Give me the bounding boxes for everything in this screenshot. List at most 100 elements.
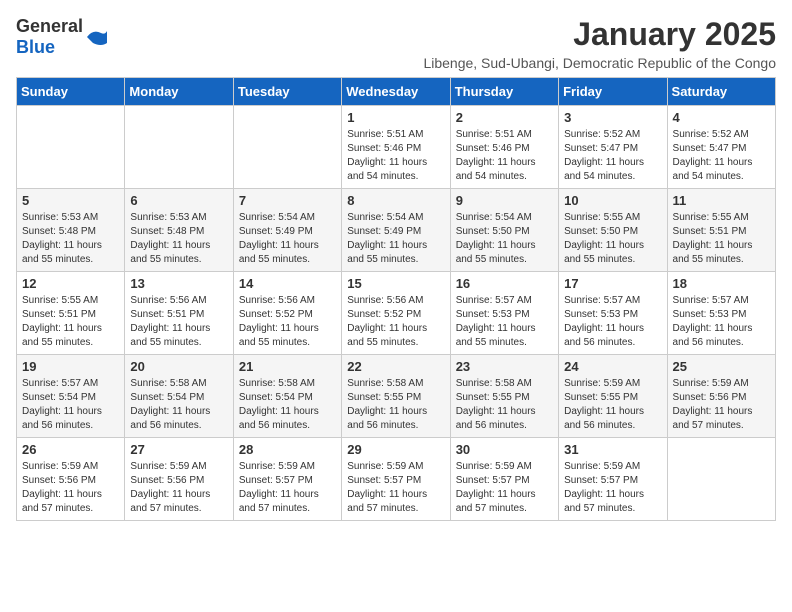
day-info: Sunrise: 5:58 AM Sunset: 5:55 PM Dayligh…	[347, 377, 444, 433]
day-cell: 11Sunrise: 5:55 AM Sunset: 5:51 PM Dayli…	[667, 189, 775, 272]
day-cell: 28 Sunrise: 5:59 AM Sunset: 5:57 PM Dayli…	[233, 438, 341, 521]
day-number: 8	[347, 193, 444, 208]
day-number: 27	[130, 442, 227, 457]
day-number: 13	[130, 276, 227, 291]
day-info: Sunrise: 5:55 AM Sunset: 5:50 PM Dayligh…	[564, 211, 661, 267]
logo: General Blue	[16, 16, 109, 58]
logo-general: General	[16, 16, 83, 36]
day-info: Sunrise: 5:57 AM Sunset: 5:54 PM Dayligh…	[22, 377, 119, 433]
day-info: Sunrise: 5:59 AM Sunset: 5:57 PM Dayligh…	[564, 460, 661, 516]
header-thursday: Thursday	[450, 78, 558, 106]
day-number: 28	[239, 442, 336, 457]
header-monday: Monday	[125, 78, 233, 106]
day-cell: 24 Sunrise: 5:59 AM Sunset: 5:55 PM Dayli…	[559, 355, 667, 438]
day-number: 23	[456, 359, 553, 374]
day-number: 18	[673, 276, 770, 291]
day-number: 17	[564, 276, 661, 291]
header-sunday: Sunday	[17, 78, 125, 106]
day-number: 14	[239, 276, 336, 291]
day-info: Sunrise: 5:58 AM Sunset: 5:55 PM Dayligh…	[456, 377, 553, 433]
day-cell: 26Sunrise: 5:59 AM Sunset: 5:56 PM Dayli…	[17, 438, 125, 521]
day-number: 30	[456, 442, 553, 457]
day-info: Sunrise: 5:59 AM Sunset: 5:56 PM Dayligh…	[130, 460, 227, 516]
calendar-table: SundayMondayTuesdayWednesdayThursdayFrid…	[16, 77, 776, 521]
day-cell	[667, 438, 775, 521]
week-row-4: 19 Sunrise: 5:57 AM Sunset: 5:54 PM Dayli…	[17, 355, 776, 438]
day-info: Sunrise: 5:51 AM Sunset: 5:46 PM Dayligh…	[347, 128, 444, 184]
day-number: 2	[456, 110, 553, 125]
header-saturday: Saturday	[667, 78, 775, 106]
day-number: 20	[130, 359, 227, 374]
day-cell: 10 Sunrise: 5:55 AM Sunset: 5:50 PM Dayli…	[559, 189, 667, 272]
day-cell: 21 Sunrise: 5:58 AM Sunset: 5:54 PM Dayli…	[233, 355, 341, 438]
week-row-5: 26 Sunrise: 5:59 AM Sunset: 5:56 PM Dayli…	[17, 438, 776, 521]
day-cell: 16 Sunrise: 5:57 AM Sunset: 5:53 PM Dayli…	[450, 272, 558, 355]
logo-icon	[85, 25, 109, 49]
day-number: 1	[347, 110, 444, 125]
day-info: Sunrise: 5:52 AM Sunset: 5:47 PM Dayligh…	[673, 128, 770, 184]
day-cell: 19 Sunrise: 5:57 AM Sunset: 5:54 PM Dayli…	[17, 355, 125, 438]
week-row-3: 12Sunrise: 5:55 AM Sunset: 5:51 PM Dayli…	[17, 272, 776, 355]
day-info: Sunrise: 5:58 AM Sunset: 5:54 PM Dayligh…	[239, 377, 336, 433]
day-cell: 4Sunrise: 5:52 AM Sunset: 5:47 PM Daylig…	[667, 106, 775, 189]
day-number: 24	[564, 359, 661, 374]
day-info: Sunrise: 5:55 AM Sunset: 5:51 PM Dayligh…	[673, 211, 770, 267]
day-cell: 2Sunrise: 5:51 AM Sunset: 5:46 PM Daylig…	[450, 106, 558, 189]
day-number: 31	[564, 442, 661, 457]
day-cell: 27 Sunrise: 5:59 AM Sunset: 5:56 PM Dayli…	[125, 438, 233, 521]
day-info: Sunrise: 5:57 AM Sunset: 5:53 PM Dayligh…	[456, 294, 553, 350]
logo-text: General Blue	[16, 16, 83, 58]
header-wednesday: Wednesday	[342, 78, 450, 106]
day-cell: 20 Sunrise: 5:58 AM Sunset: 5:54 PM Dayli…	[125, 355, 233, 438]
day-cell: 5 Sunrise: 5:53 AM Sunset: 5:48 PM Daylig…	[17, 189, 125, 272]
day-info: Sunrise: 5:54 AM Sunset: 5:50 PM Dayligh…	[456, 211, 553, 267]
day-number: 12	[22, 276, 119, 291]
day-number: 5	[22, 193, 119, 208]
page-header: General Blue January 2025 Libenge, Sud-U…	[16, 16, 776, 71]
day-cell: 22 Sunrise: 5:58 AM Sunset: 5:55 PM Dayli…	[342, 355, 450, 438]
header-friday: Friday	[559, 78, 667, 106]
day-number: 21	[239, 359, 336, 374]
day-number: 7	[239, 193, 336, 208]
day-cell: 6 Sunrise: 5:53 AM Sunset: 5:48 PM Daylig…	[125, 189, 233, 272]
day-cell: 7 Sunrise: 5:54 AM Sunset: 5:49 PM Daylig…	[233, 189, 341, 272]
day-info: Sunrise: 5:52 AM Sunset: 5:47 PM Dayligh…	[564, 128, 661, 184]
day-number: 16	[456, 276, 553, 291]
day-cell: 9Sunrise: 5:54 AM Sunset: 5:50 PM Daylig…	[450, 189, 558, 272]
day-info: Sunrise: 5:56 AM Sunset: 5:52 PM Dayligh…	[239, 294, 336, 350]
day-cell: 15Sunrise: 5:56 AM Sunset: 5:52 PM Dayli…	[342, 272, 450, 355]
day-cell: 29 Sunrise: 5:59 AM Sunset: 5:57 PM Dayli…	[342, 438, 450, 521]
day-cell: 25Sunrise: 5:59 AM Sunset: 5:56 PM Dayli…	[667, 355, 775, 438]
day-info: Sunrise: 5:56 AM Sunset: 5:51 PM Dayligh…	[130, 294, 227, 350]
day-info: Sunrise: 5:59 AM Sunset: 5:57 PM Dayligh…	[347, 460, 444, 516]
day-number: 22	[347, 359, 444, 374]
header-row: SundayMondayTuesdayWednesdayThursdayFrid…	[17, 78, 776, 106]
header-tuesday: Tuesday	[233, 78, 341, 106]
day-number: 3	[564, 110, 661, 125]
logo-blue: Blue	[16, 37, 55, 57]
day-info: Sunrise: 5:57 AM Sunset: 5:53 PM Dayligh…	[564, 294, 661, 350]
day-info: Sunrise: 5:53 AM Sunset: 5:48 PM Dayligh…	[22, 211, 119, 267]
day-info: Sunrise: 5:59 AM Sunset: 5:55 PM Dayligh…	[564, 377, 661, 433]
day-cell: 23 Sunrise: 5:58 AM Sunset: 5:55 PM Dayli…	[450, 355, 558, 438]
day-number: 6	[130, 193, 227, 208]
day-info: Sunrise: 5:59 AM Sunset: 5:57 PM Dayligh…	[239, 460, 336, 516]
day-cell: 17 Sunrise: 5:57 AM Sunset: 5:53 PM Dayli…	[559, 272, 667, 355]
day-number: 29	[347, 442, 444, 457]
day-number: 15	[347, 276, 444, 291]
day-info: Sunrise: 5:54 AM Sunset: 5:49 PM Dayligh…	[239, 211, 336, 267]
day-cell: 30Sunrise: 5:59 AM Sunset: 5:57 PM Dayli…	[450, 438, 558, 521]
day-info: Sunrise: 5:58 AM Sunset: 5:54 PM Dayligh…	[130, 377, 227, 433]
day-cell: 1 Sunrise: 5:51 AM Sunset: 5:46 PM Daylig…	[342, 106, 450, 189]
day-cell: 31 Sunrise: 5:59 AM Sunset: 5:57 PM Dayli…	[559, 438, 667, 521]
day-cell: 18 Sunrise: 5:57 AM Sunset: 5:53 PM Dayli…	[667, 272, 775, 355]
day-number: 19	[22, 359, 119, 374]
calendar-title: January 2025	[423, 16, 776, 53]
day-cell: 12Sunrise: 5:55 AM Sunset: 5:51 PM Dayli…	[17, 272, 125, 355]
day-number: 25	[673, 359, 770, 374]
day-number: 10	[564, 193, 661, 208]
day-cell: 13 Sunrise: 5:56 AM Sunset: 5:51 PM Dayli…	[125, 272, 233, 355]
day-info: Sunrise: 5:53 AM Sunset: 5:48 PM Dayligh…	[130, 211, 227, 267]
day-number: 26	[22, 442, 119, 457]
day-info: Sunrise: 5:57 AM Sunset: 5:53 PM Dayligh…	[673, 294, 770, 350]
